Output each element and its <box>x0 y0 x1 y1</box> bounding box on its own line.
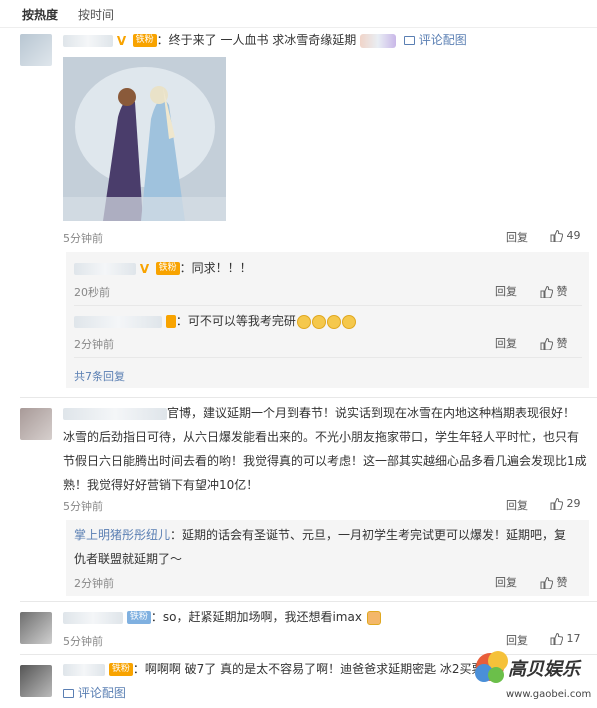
fan-badge <box>165 315 176 328</box>
reply-time: 2分钟前 <box>74 577 114 590</box>
comment-text: ：啊啊啊 破7了 真的是太不容易了啊！迪爸爸求延期密匙 冰2买票 <box>132 662 483 676</box>
divider <box>74 305 582 306</box>
picture-icon <box>403 36 415 45</box>
emoji-icon <box>326 314 341 329</box>
avatar[interactable] <box>20 34 52 66</box>
reply-time: 2分钟前 <box>74 338 114 351</box>
reply-button[interactable]: 回复 <box>495 283 517 299</box>
site-watermark: 高贝娱乐 www.gaobei.com <box>466 641 594 703</box>
comment-text-line: 节假日六日能腾出时间去看的哟！我觉得真的可以考虑！这一部其实越细心品多看几遍会发… <box>63 454 587 468</box>
comment-picture[interactable] <box>63 57 226 221</box>
username[interactable] <box>63 407 167 420</box>
verified-v-icon: V <box>139 261 150 276</box>
comment-1-header: V 铁粉 ：终于来了 一人血书 求冰雪奇缘延期 评论配图 <box>63 30 583 50</box>
divider <box>20 601 597 602</box>
comment-text-line: 冰雪的后劲指日可待，从六日爆发能看出来的。不光小朋友拖家带口，学生年轻人平时忙，… <box>63 430 580 444</box>
more-replies-link[interactable]: 共7条回复 <box>74 368 125 384</box>
username[interactable] <box>63 611 123 624</box>
reply-username[interactable]: 掌上明猪彤彤纽儿 <box>74 528 170 542</box>
fan-badge: 铁粉 <box>132 34 157 47</box>
like-label: 赞 <box>556 285 568 298</box>
reply-button[interactable]: 回复 <box>506 497 528 513</box>
thumbs-up-icon <box>540 577 553 589</box>
reply-2-header: ：可不可以等我考完研 <box>74 311 574 331</box>
emoji-icon <box>296 314 311 329</box>
username[interactable] <box>63 663 105 676</box>
like-label: 赞 <box>556 576 568 589</box>
picture-icon <box>63 689 74 698</box>
comment-time: 5分钟前 <box>63 500 103 513</box>
username[interactable] <box>63 34 113 47</box>
comment-text-line: 官博，建议延期一个月到春节！说实话到现在冰雪在内地这种档期表现很好！ <box>167 406 576 420</box>
comment-2-body: 官博，建议延期一个月到春节！说实话到现在冰雪在内地这种档期表现很好！ 冰雪的后劲… <box>63 403 593 495</box>
fan-badge: 铁粉 <box>108 663 133 676</box>
watermark-brand: 高贝娱乐 <box>508 659 582 680</box>
emoji-icon <box>360 33 397 48</box>
avatar[interactable] <box>20 665 52 697</box>
verified-v-icon: V <box>116 33 127 48</box>
like-count: 29 <box>566 497 581 510</box>
emoji-icon <box>341 314 356 329</box>
comment-picture-link[interactable]: 评论配图 <box>419 33 467 47</box>
avatar[interactable] <box>20 612 52 644</box>
comment-picture-row: 评论配图 <box>63 683 126 703</box>
fan-badge: 铁粉 <box>155 262 180 275</box>
sort-tabs: 按热度 按时间 <box>0 0 597 28</box>
comment-4-header: 铁粉 ：啊啊啊 破7了 真的是太不容易了啊！迪爸爸求延期密匙 冰2买票 <box>63 659 483 679</box>
frozen-poster-image <box>63 57 226 221</box>
reply-text: ：延期的话会有圣诞节、元旦，一月初学生考完试更可以爆发！延期吧，复 <box>170 528 567 542</box>
like-button[interactable]: 赞 <box>540 283 568 299</box>
like-button[interactable]: 29 <box>550 497 581 510</box>
watermark-url: www.gaobei.com <box>506 689 591 700</box>
reply-button[interactable]: 回复 <box>495 335 517 351</box>
emoji-icon <box>311 314 326 329</box>
comment-text: ：so，赶紧延期加场啊，我还想看imax <box>150 610 362 624</box>
tab-time[interactable]: 按时间 <box>78 6 114 23</box>
like-button[interactable]: 赞 <box>540 574 568 590</box>
watermark-logo: 高贝娱乐 www.gaobei.com <box>475 651 591 700</box>
comment-time: 5分钟前 <box>63 232 103 245</box>
reply-time: 20秒前 <box>74 286 110 299</box>
reply-body: 掌上明猪彤彤纽儿：延期的话会有圣诞节、元旦，一月初学生考完试更可以爆发！延期吧，… <box>74 525 584 569</box>
like-button[interactable]: 赞 <box>540 335 568 351</box>
thumbs-up-icon <box>550 498 563 510</box>
avatar[interactable] <box>20 408 52 440</box>
like-label: 赞 <box>556 337 568 350</box>
reply-text: ：同求！！！ <box>179 261 252 275</box>
reply-text: 仇者联盟就延期了～ <box>74 552 183 566</box>
thumbs-up-icon <box>540 286 553 298</box>
comment-picture-link[interactable]: 评论配图 <box>78 686 126 700</box>
reply-text: ：可不可以等我考完研 <box>175 314 296 328</box>
like-count: 49 <box>566 229 581 242</box>
tab-hot[interactable]: 按热度 <box>22 6 58 23</box>
reply-button[interactable]: 回复 <box>506 229 528 245</box>
comment-text-line: 熟！我觉得好好营销下有望冲10亿！ <box>63 478 259 492</box>
emoji-icon <box>366 610 381 625</box>
comment-time: 5分钟前 <box>63 635 103 648</box>
like-button[interactable]: 49 <box>550 229 581 242</box>
fan-badge: 铁粉 <box>126 611 151 624</box>
comment-text: ：终于来了 一人血书 求冰雪奇缘延期 <box>156 33 357 47</box>
divider <box>20 397 597 398</box>
reply-button[interactable]: 回复 <box>495 574 517 590</box>
divider <box>74 357 582 358</box>
thumbs-up-icon <box>540 338 553 350</box>
reply-1-header: V 铁粉 ：同求！！！ <box>74 258 574 278</box>
username[interactable] <box>74 315 162 328</box>
comment-3-header: 铁粉 ：so，赶紧延期加场啊，我还想看imax <box>63 607 583 627</box>
username[interactable] <box>74 262 136 275</box>
thumbs-up-icon <box>550 230 563 242</box>
